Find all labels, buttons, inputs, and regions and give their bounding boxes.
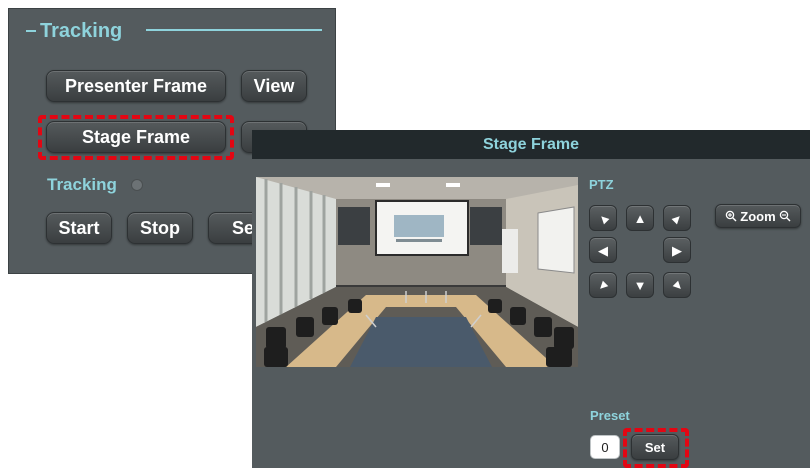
tracking-status-label: Tracking [47, 175, 117, 194]
preset-number-input[interactable] [590, 435, 620, 459]
dialog-title: Stage Frame [482, 135, 580, 153]
stop-label: Stop [140, 217, 180, 238]
arrow-up-right-icon: ▲ [667, 208, 687, 228]
preset-set-button[interactable]: Set [631, 434, 679, 460]
dialog-title-bar: Stage Frame [252, 130, 810, 159]
arrow-down-icon: ▼ [633, 277, 647, 293]
zoom-label: Zoom [740, 208, 776, 224]
ptz-up-right-button[interactable]: ▲ [663, 205, 691, 231]
ptz-left-button[interactable]: ◀ [589, 237, 617, 263]
view-button[interactable]: View [241, 70, 307, 102]
presenter-frame-label: Presenter Frame [64, 75, 208, 96]
zoom-in-icon [726, 210, 737, 222]
ptz-right-button[interactable]: ▶ [663, 237, 691, 263]
arrow-down-right-icon: ▼ [667, 275, 687, 295]
ptz-down-button[interactable]: ▼ [626, 272, 654, 298]
conference-room-image [256, 177, 578, 367]
ptz-up-left-button[interactable]: ▲ [589, 205, 617, 231]
stop-button[interactable]: Stop [127, 212, 193, 244]
stage-frame-dialog: Stage Frame PTZ ▲ ▲ ▲ ◀ ▶ ▼ ▼ ▼ Zoom Pre… [252, 130, 810, 468]
zoom-button[interactable]: Zoom [715, 204, 801, 228]
presenter-frame-button[interactable]: Presenter Frame [46, 70, 226, 102]
preset-set-label: Set [644, 439, 666, 455]
arrow-up-left-icon: ▲ [593, 208, 613, 228]
start-button[interactable]: Start [46, 212, 112, 244]
camera-preview[interactable] [256, 177, 578, 367]
tracking-section-header: Tracking [26, 19, 122, 43]
view-label: View [253, 75, 295, 96]
arrow-right-icon: ▶ [672, 242, 682, 258]
stage-frame-button[interactable]: Stage Frame [46, 121, 226, 153]
arrow-down-left-icon: ▼ [593, 275, 613, 295]
zoom-out-icon [779, 210, 791, 222]
arrow-up-icon: ▲ [633, 210, 647, 226]
start-label: Start [58, 217, 100, 238]
preset-label: Preset [590, 408, 630, 423]
stage-frame-label: Stage Frame [81, 126, 191, 147]
tracking-set-label: Se [232, 217, 255, 238]
tracking-status-indicator [131, 179, 143, 191]
header-divider [146, 29, 322, 31]
ptz-up-button[interactable]: ▲ [626, 205, 654, 231]
ptz-label: PTZ [589, 177, 614, 192]
header-dash [26, 30, 36, 32]
ptz-down-right-button[interactable]: ▼ [663, 272, 691, 298]
tracking-header-label: Tracking [40, 19, 123, 42]
arrow-left-icon: ◀ [598, 242, 608, 258]
ptz-down-left-button[interactable]: ▼ [589, 272, 617, 298]
